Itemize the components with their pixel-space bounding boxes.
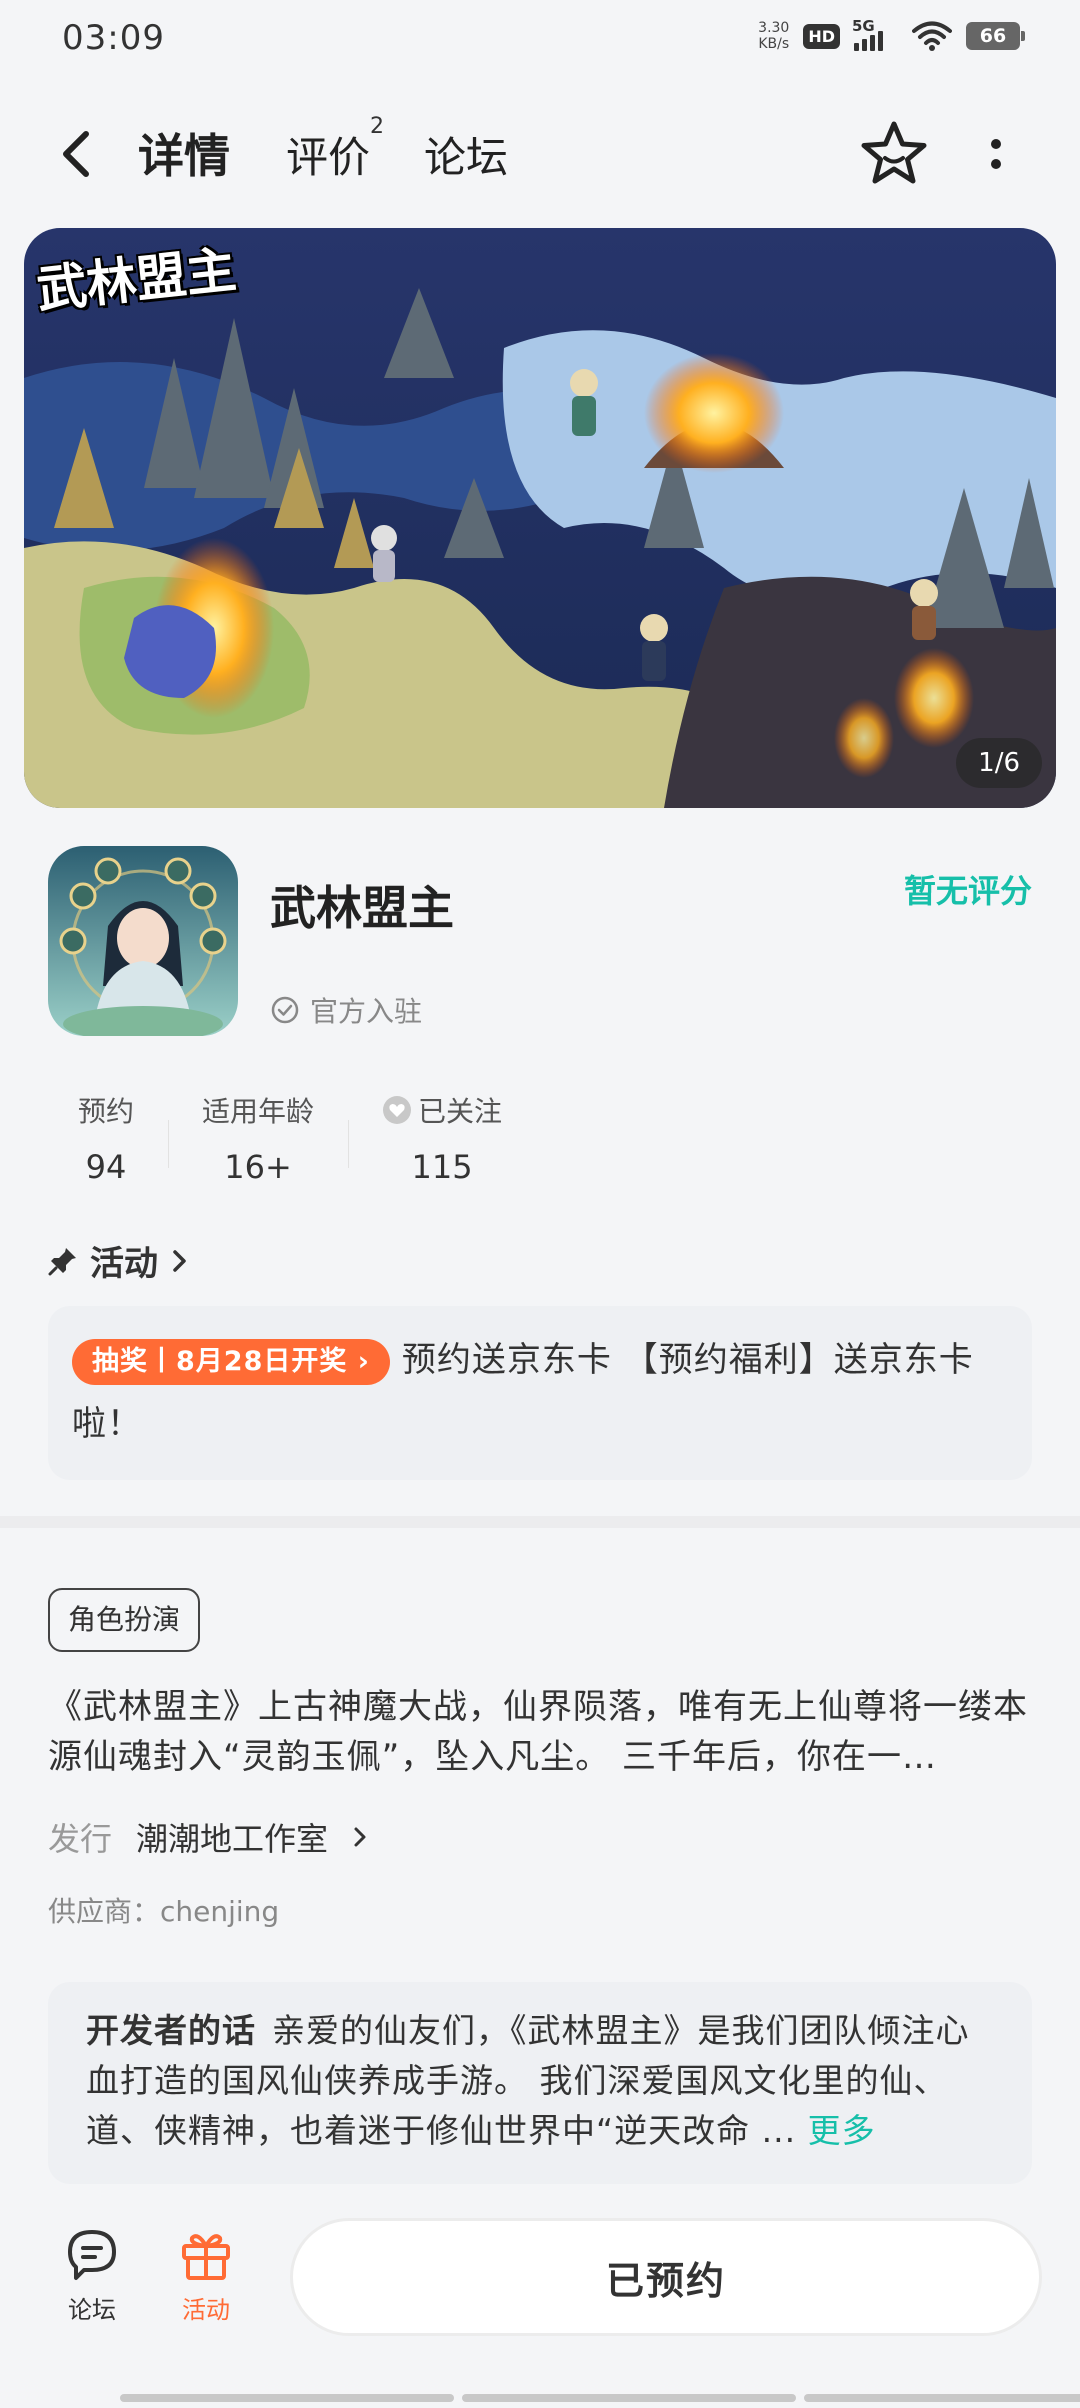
favorite-star-icon[interactable] xyxy=(858,118,930,190)
carousel-page-indicator: 1/6 xyxy=(956,738,1042,788)
rating-status: 暂无评分 xyxy=(903,872,1032,910)
section-divider xyxy=(0,1516,1080,1528)
heart-check-icon xyxy=(383,1096,412,1124)
publisher-row[interactable]: 发行 潮潮地工作室 xyxy=(48,1814,370,1860)
publisher-name: 潮潮地工作室 xyxy=(136,1820,329,1858)
game-description[interactable]: 《武林盟主》上古神魔大战，仙界陨落，唯有无上仙尊将一缕本源仙魂封入“灵韵玉佩”，… xyxy=(48,1682,1032,1782)
status-bar: 03:09 3.30 KB/s HD 5G 66 xyxy=(0,0,1080,84)
app-stats: 预约 94 适用年龄 16+ 已关注 115 xyxy=(48,1090,536,1186)
game-screenshot-carousel[interactable]: 武林盟主 1/6 xyxy=(24,228,1056,808)
tab-detail[interactable]: 详情 xyxy=(130,120,238,186)
checkmark-circle-icon xyxy=(271,996,299,1024)
more-link[interactable]: 更多 xyxy=(808,2111,876,2150)
lottery-tag: 抽奖丨8月28日开奖 › xyxy=(72,1338,390,1385)
app-icon xyxy=(48,846,238,1036)
genre-tag[interactable]: 角色扮演 xyxy=(48,1588,201,1652)
activity-section-header[interactable]: 活动 xyxy=(48,1236,190,1285)
chevron-right-icon xyxy=(354,1827,366,1847)
gesture-navigation-bar xyxy=(120,2394,1080,2402)
status-time: 03:09 xyxy=(62,18,165,58)
pin-icon xyxy=(48,1247,76,1275)
status-indicators: 3.30 KB/s HD 5G 66 xyxy=(758,17,1025,52)
hd-icon: HD xyxy=(803,23,840,49)
cellular-signal-icon: 5G xyxy=(852,17,898,51)
developer-note-card[interactable]: 开发者的话 亲爱的仙友们，《武林盟主》是我们团队倾注心血打造的国风仙侠养成手游。 … xyxy=(48,1982,1032,2184)
back-arrow-icon[interactable] xyxy=(52,124,102,184)
banner-artwork xyxy=(24,228,1056,808)
header-nav: 详情 评价 2 论坛 xyxy=(0,100,1080,210)
tab-review[interactable]: 评价 2 xyxy=(286,114,384,185)
stat-age-rating[interactable]: 适用年龄 16+ xyxy=(168,1090,348,1186)
battery-icon: 66 xyxy=(966,22,1025,50)
stat-reservations: 预约 94 xyxy=(78,1095,135,1186)
more-options-icon[interactable] xyxy=(980,134,1012,174)
review-count-badge: 2 xyxy=(370,114,385,139)
chevron-right-icon xyxy=(173,1249,186,1272)
publisher-label: 发行 xyxy=(48,1820,113,1858)
tab-forum[interactable]: 论坛 xyxy=(424,124,508,185)
reserved-button[interactable]: 已预约 xyxy=(290,2218,1042,2336)
network-speed: 3.30 KB/s xyxy=(758,20,790,52)
bottom-forum-button[interactable]: 论坛 xyxy=(42,2226,142,2325)
wifi-icon xyxy=(912,21,952,51)
gift-icon xyxy=(182,2234,230,2280)
app-name: 武林盟主 xyxy=(270,881,454,935)
developer-note-label: 开发者的话 xyxy=(86,2011,256,2050)
official-verified: 官方入驻 xyxy=(270,990,422,1030)
activity-card[interactable]: 抽奖丨8月28日开奖 › 预约送京东卡 【预约福利】送京东卡啦！ xyxy=(48,1306,1032,1480)
stat-followers[interactable]: 已关注 115 xyxy=(348,1090,536,1186)
bottom-activity-button[interactable]: 活动 xyxy=(156,2226,256,2325)
forum-chat-icon xyxy=(68,2230,116,2280)
supplier-info: 供应商：chenjing xyxy=(48,1895,280,1928)
bottom-action-bar: 论坛 活动 已预约 xyxy=(0,2196,1080,2408)
